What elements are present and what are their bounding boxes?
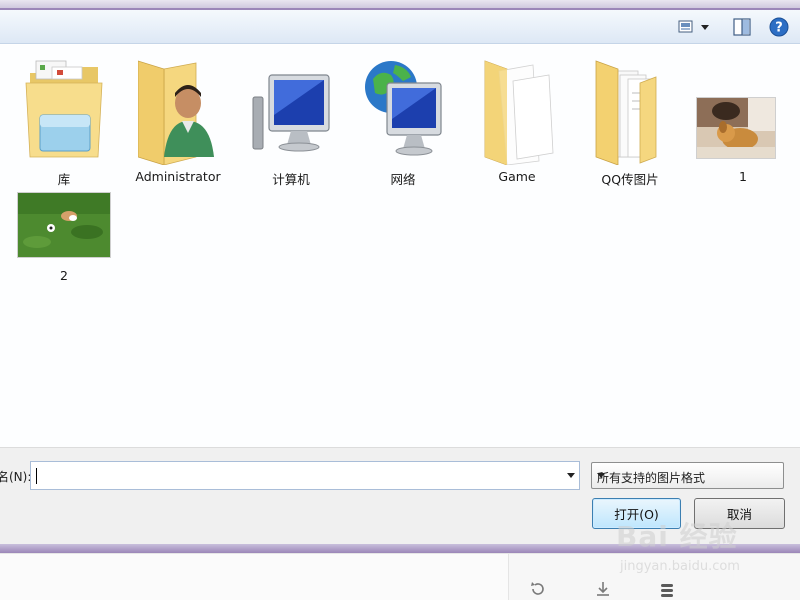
file-type-value: 所有支持的图片格式 bbox=[597, 471, 706, 485]
browser-bottom-bar bbox=[0, 553, 800, 600]
chevron-down-icon[interactable] bbox=[567, 473, 575, 478]
change-view-button[interactable] bbox=[674, 16, 716, 38]
text-caret bbox=[36, 468, 37, 484]
user-folder-icon bbox=[138, 60, 214, 165]
svg-text:?: ? bbox=[775, 21, 783, 36]
stack-icon[interactable] bbox=[658, 580, 676, 598]
cancel-button[interactable]: 取消 bbox=[694, 498, 785, 529]
preview-pane-icon bbox=[733, 18, 751, 36]
file-list: 库 Administrator 计算机 网络 Game QQ传图片 1 2 bbox=[0, 45, 800, 447]
help-icon: ? bbox=[769, 17, 789, 37]
file-item-qq-pictures[interactable]: QQ传图片 bbox=[580, 49, 680, 187]
file-type-select[interactable]: 所有支持的图片格式 bbox=[591, 462, 784, 489]
file-item-image-1[interactable]: 1 bbox=[693, 49, 793, 184]
image-thumbnail-dogs bbox=[696, 97, 776, 159]
file-item-administrator[interactable]: Administrator bbox=[128, 49, 228, 184]
computer-icon bbox=[252, 74, 330, 152]
file-item-game[interactable]: Game bbox=[467, 49, 567, 184]
preview-pane-button[interactable] bbox=[731, 16, 753, 38]
file-item-computer[interactable]: 计算机 bbox=[241, 49, 341, 187]
chevron-down-icon bbox=[597, 473, 605, 478]
file-label: Administrator bbox=[135, 169, 221, 184]
refresh-icon[interactable] bbox=[529, 580, 547, 598]
file-item-library[interactable]: 库 bbox=[14, 49, 114, 187]
file-label: 2 bbox=[60, 268, 68, 283]
open-button[interactable]: 打开(O) bbox=[592, 498, 681, 529]
file-item-image-2[interactable]: 2 bbox=[14, 146, 114, 283]
download-icon[interactable] bbox=[594, 580, 612, 598]
folder-icon bbox=[484, 60, 554, 165]
file-label: Game bbox=[498, 169, 536, 184]
filename-combobox[interactable] bbox=[30, 461, 580, 490]
folder-docs-icon bbox=[595, 60, 657, 165]
file-label: QQ传图片 bbox=[601, 172, 659, 187]
network-icon bbox=[365, 61, 442, 156]
image-thumbnail-grass-dog bbox=[17, 192, 111, 258]
file-label: 1 bbox=[739, 169, 747, 184]
file-label: 计算机 bbox=[272, 172, 310, 187]
views-icon bbox=[678, 20, 709, 33]
browser-tools-panel bbox=[508, 554, 800, 600]
window-top-frame bbox=[0, 0, 800, 10]
window-bottom-frame bbox=[0, 544, 800, 553]
filename-input[interactable] bbox=[39, 466, 559, 486]
file-label: 网络 bbox=[390, 172, 416, 187]
filename-label: 名(N): bbox=[0, 470, 32, 484]
help-button[interactable]: ? bbox=[768, 16, 790, 38]
dialog-bottom-panel: 名(N): 所有支持的图片格式 打开(O) 取消 bbox=[0, 447, 800, 544]
toolbar: ? bbox=[0, 10, 800, 44]
file-item-network[interactable]: 网络 bbox=[353, 49, 453, 187]
